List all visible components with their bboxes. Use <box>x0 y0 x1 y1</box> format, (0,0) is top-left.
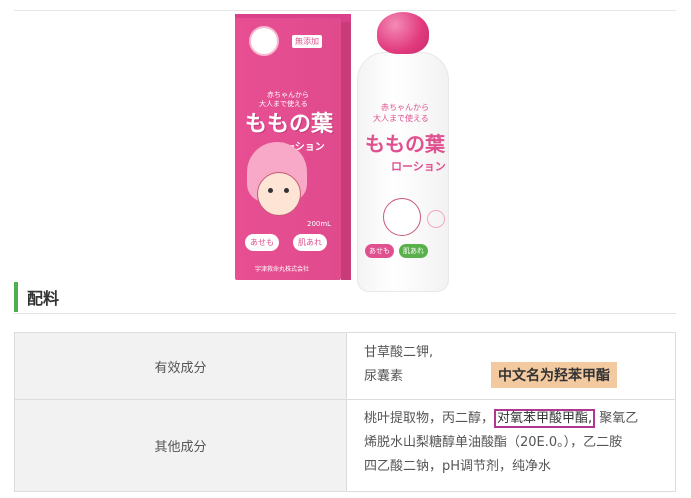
box-pill-1: あせも <box>245 234 279 251</box>
section-title: 配料 <box>27 289 60 308</box>
character-face-icon <box>257 172 301 216</box>
box-volume: 200mL <box>307 220 332 228</box>
row-label: 其他成分 <box>15 400 347 491</box>
annotation-callout: 中文名为羟苯甲酯 <box>491 362 617 388</box>
row-label: 有效成分 <box>15 333 347 399</box>
box-pill-2: 肌あれ <box>293 234 327 251</box>
bottle-tagline-2: 大人まで使える <box>373 114 429 123</box>
box-maker: 宇津救命丸株式会社 <box>255 266 310 273</box>
table-row: 其他成分 桃叶提取物，丙二醇， 对氧苯甲酸甲酯, 聚氧乙 烯脱水山梨糖醇单油酸酯（… <box>15 400 675 491</box>
ingredients-table: 有效成分 甘草酸二钾, 尿囊素 其他成分 桃叶提取物，丙二醇， 对氧苯甲酸甲酯, … <box>14 332 676 492</box>
box-brand: ももの葉 <box>245 112 334 137</box>
eye-icon <box>284 188 289 193</box>
box-seal-icon <box>249 26 279 56</box>
top-divider <box>14 10 676 11</box>
bottle-cap <box>377 12 429 54</box>
bottle-seal-icon <box>427 210 445 228</box>
bottle-character-face-icon <box>383 198 421 236</box>
bottle-pill-2: 肌あれ <box>399 244 428 258</box>
section-accent-bar <box>14 282 18 312</box>
highlighted-ingredient: 对氧苯甲酸甲酯, <box>494 409 596 428</box>
bottle-tagline-1: 赤ちゃんから <box>381 103 429 112</box>
ingredient-line: 烯脱水山梨糖醇单油酸酯（20E.0。），乙二胺 <box>364 435 623 450</box>
section-divider <box>14 313 676 314</box>
eye-icon <box>268 188 273 193</box>
ingredient-line: 四乙酸二钠，pH调节剂，纯净水 <box>364 459 552 474</box>
box-badge: 無添加 <box>292 35 322 48</box>
ingredient-line: 桃叶提取物，丙二醇， 对氧苯甲酸甲酯, 聚氧乙 <box>364 407 669 431</box>
bottle-pill-1: あせも <box>365 244 394 258</box>
product-photo: 無添加 赤ちゃんから 大人まで使える ももの葉 ローション 200mL あせも … <box>205 12 486 295</box>
row-value: 桃叶提取物，丙二醇， 对氧苯甲酸甲酯, 聚氧乙 烯脱水山梨糖醇单油酸酯（20E.0… <box>364 400 669 491</box>
ingredient-text: 聚氧乙 <box>599 411 639 426</box>
bottle-subtitle: ローション <box>391 160 446 173</box>
box-side <box>341 22 351 280</box>
ingredient-text: 桃叶提取物，丙二醇， <box>364 411 495 426</box>
bottle-brand: ももの葉 <box>365 132 445 156</box>
